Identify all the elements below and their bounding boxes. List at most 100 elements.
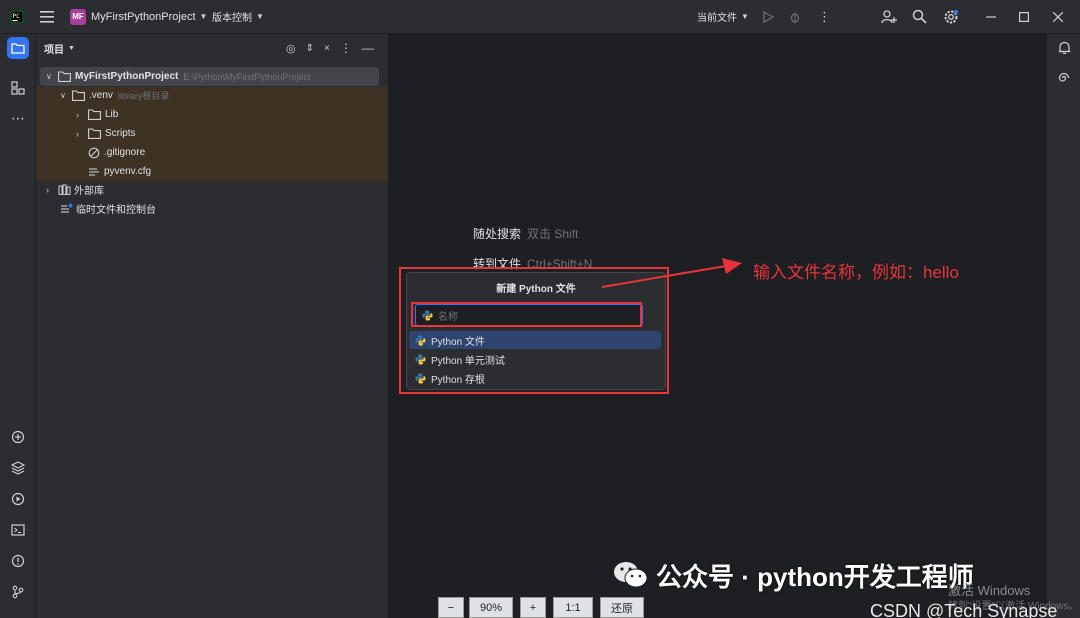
folder-icon <box>88 128 101 139</box>
tree-node-lib[interactable]: › Lib <box>76 105 118 124</box>
tree-node-pyvenv-cfg[interactable]: pyvenv.cfg <box>88 162 151 181</box>
layers-tool-button[interactable] <box>7 457 29 479</box>
options-icon[interactable]: ⋮ <box>340 41 352 55</box>
run-config-label: 当前文件 <box>697 13 737 24</box>
git-tool-button[interactable] <box>7 581 29 603</box>
tree-node-label: .venv <box>89 90 113 101</box>
csdn-watermark: CSDN @Tech Synapse <box>870 601 1058 618</box>
tree-node-label: Lib <box>105 109 119 120</box>
tree-node-gitignore[interactable]: .gitignore <box>88 143 145 162</box>
services-tool-button[interactable] <box>7 488 29 510</box>
hide-panel-icon[interactable]: — <box>362 41 374 55</box>
search-button[interactable] <box>912 0 927 33</box>
annotation-text: 输入文件名称，例如：hello <box>753 263 959 282</box>
chevron-right-icon: › <box>46 184 49 195</box>
structure-icon <box>11 81 25 95</box>
collapse-all-icon[interactable]: × <box>324 43 330 54</box>
problems-tool-button[interactable] <box>7 550 29 572</box>
structure-tool-button[interactable] <box>7 77 29 99</box>
folder-icon <box>58 71 71 82</box>
zoom-level: 90% <box>469 597 513 618</box>
zoom-actual-size-button[interactable]: 1:1 <box>553 597 593 618</box>
project-name: MyFirstPythonProject <box>91 10 196 23</box>
settings-button[interactable] <box>943 0 959 33</box>
terminal-tool-button[interactable] <box>7 519 29 541</box>
right-tool-strip <box>1046 34 1080 618</box>
zoom-restore-button[interactable]: 还原 <box>600 597 644 618</box>
tree-node-label: pyvenv.cfg <box>104 166 152 177</box>
tree-node-external-libraries[interactable]: › 外部库 <box>46 180 104 199</box>
tree-node-hint: library根目录 <box>117 91 170 101</box>
chevron-down-icon: ▼ <box>741 12 749 21</box>
more-actions-button[interactable]: ⋮ <box>818 0 831 33</box>
add-user-button[interactable] <box>881 0 897 33</box>
scratches-icon <box>61 203 73 213</box>
svg-text:PC: PC <box>13 13 21 20</box>
layers-icon <box>11 461 25 475</box>
chevron-down-icon: ▼ <box>256 12 264 21</box>
zoom-in-button[interactable]: + <box>520 597 546 618</box>
close-icon <box>1053 11 1063 22</box>
ignored-file-icon <box>88 147 100 158</box>
chevron-right-icon: › <box>76 128 79 139</box>
maximize-window-button[interactable] <box>1019 0 1029 33</box>
ai-assistant-button[interactable] <box>1053 67 1075 89</box>
main-menu-button[interactable] <box>40 0 56 33</box>
bell-icon <box>1058 41 1070 54</box>
maximize-icon <box>1019 11 1029 22</box>
tree-node-label: 外部库 <box>74 186 104 197</box>
tree-node-project-root[interactable]: ∨ MyFirstPythonProject E:\Python\MyFirst… <box>46 67 310 86</box>
run-configuration-select[interactable]: 当前文件 ▼ <box>697 0 749 33</box>
annotation-input-outline <box>411 302 642 327</box>
run-button[interactable] <box>762 0 774 33</box>
git-branch-icon <box>12 585 24 599</box>
hamburger-icon <box>40 10 54 23</box>
project-badge: MF <box>70 8 86 25</box>
wechat-watermark-text: 公众号 · python开发工程师 <box>656 561 974 592</box>
hint-shortcut: 双击 Shift <box>527 227 579 241</box>
vcs-menu[interactable]: 版本控制 ▼ <box>212 0 264 33</box>
project-tool-button[interactable] <box>7 37 29 59</box>
tree-node-scripts[interactable]: › Scripts <box>76 124 136 143</box>
tree-node-label: MyFirstPythonProject <box>75 71 179 82</box>
wechat-watermark: 公众号 · python开发工程师 <box>612 556 974 594</box>
close-window-button[interactable] <box>1053 0 1063 33</box>
library-icon <box>58 184 71 195</box>
zoom-out-button[interactable]: − <box>438 597 464 618</box>
tree-node-venv[interactable]: ∨ .venv library根目录 <box>60 86 169 105</box>
play-icon <box>763 10 774 23</box>
minimize-window-button[interactable] <box>986 0 996 33</box>
expand-all-icon[interactable]: ⇕ <box>306 43 314 54</box>
debug-button[interactable] <box>789 0 801 33</box>
project-panel-title: 项目 <box>44 44 64 56</box>
app-logo-icon: PC <box>10 0 24 33</box>
tree-node-label: Scripts <box>105 128 136 139</box>
title-bar: PC MF MyFirstPythonProject ▼ 版本控制 ▼ 当前文件… <box>0 0 1080 34</box>
more-tools-button[interactable]: ⋯ <box>7 107 29 129</box>
more-vertical-icon: ⋮ <box>818 8 831 24</box>
more-horizontal-icon: ⋯ <box>11 109 25 126</box>
tree-node-path: E:\Python\MyFirstPythonProject <box>183 71 311 82</box>
wechat-icon <box>614 562 648 588</box>
chevron-down-icon: ▼ <box>199 12 208 21</box>
project-view-selector[interactable]: 项目 ▼ <box>44 40 75 56</box>
minimize-icon <box>986 15 996 18</box>
locate-file-icon[interactable]: ◎ <box>286 42 296 55</box>
bug-icon <box>790 12 800 23</box>
project-switcher[interactable]: MF MyFirstPythonProject ▼ <box>70 0 207 33</box>
notifications-button[interactable] <box>1053 37 1075 59</box>
python-packages-button[interactable] <box>7 426 29 448</box>
annotation-arrow <box>601 258 742 288</box>
tree-node-scratches[interactable]: 临时文件和控制台 <box>60 199 156 218</box>
folder-icon <box>72 90 85 101</box>
chevron-down-icon: ∨ <box>46 72 52 81</box>
chevron-down-icon: ∨ <box>60 91 66 100</box>
warning-circle-icon <box>11 554 25 568</box>
gear-icon <box>944 9 959 23</box>
folder-icon <box>88 109 101 120</box>
folder-icon <box>11 43 25 54</box>
add-user-icon <box>881 9 897 23</box>
hint-search-everywhere: 随处搜索 双击 Shift <box>473 225 578 242</box>
hint-label: 随处搜索 <box>473 227 522 241</box>
chevron-right-icon: › <box>76 109 79 120</box>
